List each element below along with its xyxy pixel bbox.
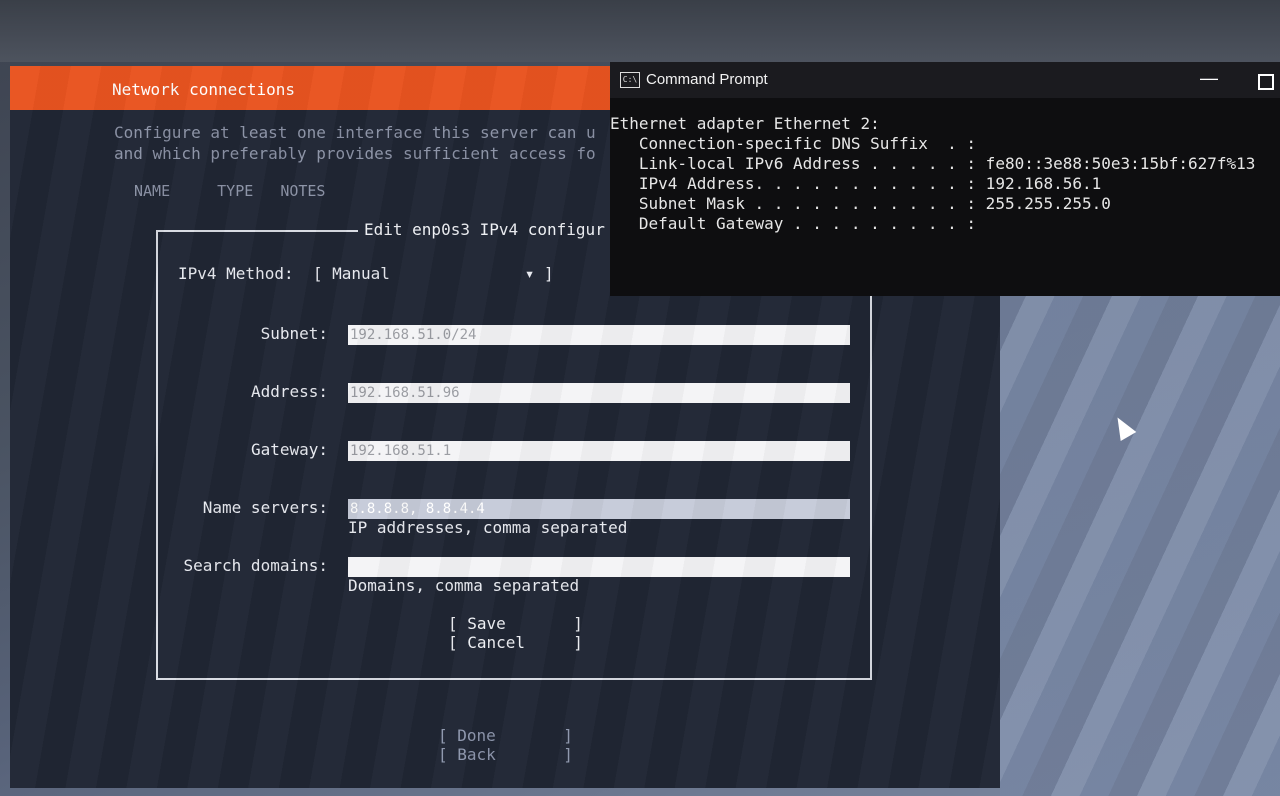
ipv4-method-row: IPv4 Method: [ Manual ▾ ]: [178, 264, 554, 283]
address-label: Address:: [250, 382, 328, 401]
gateway-input[interactable]: 192.168.51.1: [348, 441, 850, 461]
ipv4-method-label: IPv4 Method:: [178, 264, 294, 283]
search-domains-hint: Domains, comma separated: [348, 576, 580, 595]
intro-line-2: and which preferably provides sufficient…: [114, 144, 596, 163]
intro-text: Configure at least one interface this se…: [114, 122, 610, 164]
dialog-title: Edit enp0s3 IPv4 configur: [358, 220, 611, 239]
interface-table-header: NAME TYPE NOTES: [134, 182, 363, 200]
cmd-line: Connection-specific DNS Suffix . :: [610, 134, 977, 153]
command-prompt-window[interactable]: C:\ Command Prompt — Ethernet adapter Et…: [610, 62, 1280, 296]
subnet-input[interactable]: 192.168.51.0/24: [348, 325, 850, 345]
address-input[interactable]: 192.168.51.96: [348, 383, 850, 403]
background-surface: [1000, 290, 1280, 796]
name-servers-label: Name servers:: [202, 498, 328, 517]
search-domains-input[interactable]: [348, 557, 850, 577]
cmd-line: Ethernet adapter Ethernet 2:: [610, 114, 880, 133]
ipv4-config-dialog: Edit enp0s3 IPv4 configur IPv4 Method: […: [156, 220, 872, 680]
subnet-label: Subnet:: [260, 324, 328, 343]
cmd-line: IPv4 Address. . . . . . . . . . . : 192.…: [610, 174, 1102, 193]
cmd-line: Link-local IPv6 Address . . . . . : fe80…: [610, 154, 1256, 173]
column-name: NAME: [134, 182, 171, 200]
name-servers-input[interactable]: 8.8.8.8, 8.8.4.4: [348, 499, 850, 519]
ipv4-method-select[interactable]: [ Manual ▾ ]: [313, 264, 554, 283]
maximize-icon[interactable]: [1258, 74, 1274, 90]
monitor-top-surround: [0, 0, 1280, 62]
gateway-label: Gateway:: [250, 440, 328, 459]
minimize-icon[interactable]: —: [1200, 60, 1218, 96]
done-button[interactable]: [ Done ]: [438, 726, 573, 745]
save-button[interactable]: [ Save ]: [448, 614, 583, 633]
cmd-icon: C:\: [620, 72, 640, 88]
back-button[interactable]: [ Back ]: [438, 745, 573, 764]
installer-header: Network connections: [10, 66, 610, 110]
cancel-button[interactable]: [ Cancel ]: [448, 633, 583, 652]
column-type: TYPE: [217, 182, 254, 200]
column-notes: NOTES: [280, 182, 326, 200]
cmd-line: Default Gateway . . . . . . . . . :: [610, 214, 977, 233]
page-title: Network connections: [112, 80, 296, 99]
cmd-line: Subnet Mask . . . . . . . . . . . : 255.…: [610, 194, 1111, 213]
cmd-window-title: Command Prompt: [646, 71, 768, 88]
intro-line-1: Configure at least one interface this se…: [114, 123, 596, 142]
search-domains-label: Search domains:: [183, 556, 329, 575]
name-servers-hint: IP addresses, comma separated: [348, 518, 628, 537]
cmd-output: Ethernet adapter Ethernet 2: Connection-…: [610, 114, 1255, 234]
cmd-titlebar[interactable]: C:\ Command Prompt —: [610, 62, 1280, 98]
